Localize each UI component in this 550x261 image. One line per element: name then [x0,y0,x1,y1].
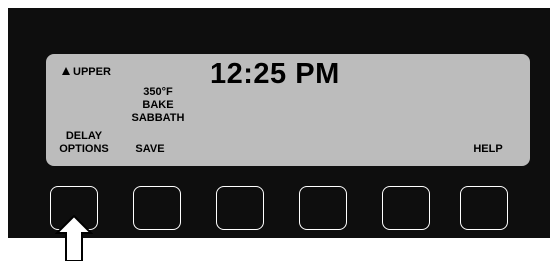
softkey-label-help: HELP [473,143,503,155]
pointer-arrow-icon [55,215,93,261]
softkey-label-options: OPTIONS [59,143,109,155]
control-panel: UPPER 12:25 PM 350°F BAKE SABBATH DELAY … [8,8,550,238]
softkey-3-button[interactable] [216,186,264,230]
softkey-label-delay: DELAY [65,130,103,142]
softkey-4-button[interactable] [299,186,347,230]
softkey-2-save-button[interactable] [133,186,181,230]
softkey-label-delay-options: DELAY OPTIONS [52,130,116,156]
oven-indicator-label: UPPER [73,66,111,78]
softkey-label-save: SAVE [135,143,165,155]
softkey-5-button[interactable] [382,186,430,230]
sabbath-label: SABBATH [131,112,185,124]
temperature-readout: 350°F [143,86,173,98]
oven-indicator: UPPER [62,66,111,78]
lcd-display: UPPER 12:25 PM 350°F BAKE SABBATH DELAY … [46,54,530,166]
cook-mode-block: 350°F BAKE SABBATH [128,86,188,125]
softkey-6-help-button[interactable] [460,186,508,230]
cook-mode-label: BAKE [142,99,174,111]
triangle-up-icon [62,67,70,75]
clock-display: 12:25 PM [210,58,340,90]
